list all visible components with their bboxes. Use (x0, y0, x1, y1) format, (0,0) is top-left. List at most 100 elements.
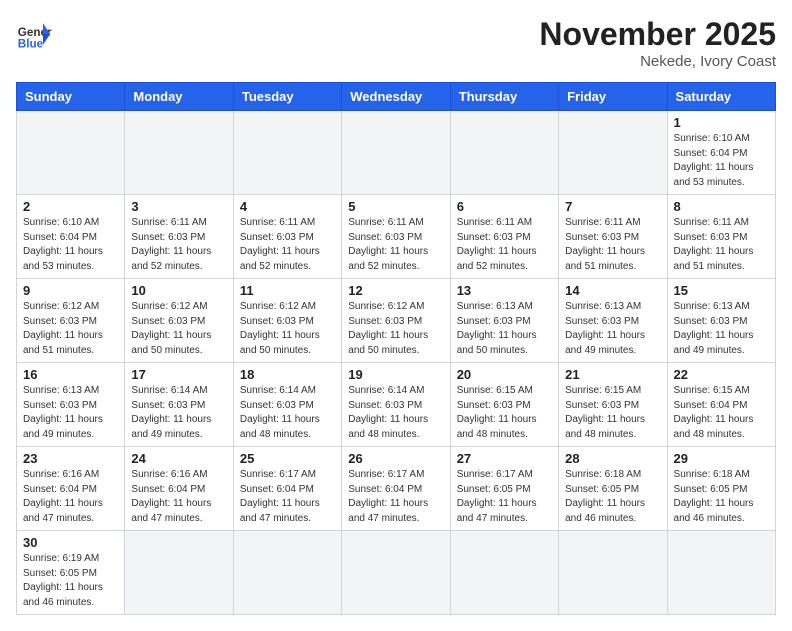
day-info: Sunrise: 6:15 AM Sunset: 6:03 PM Dayligh… (457, 384, 552, 442)
day-info: Sunrise: 6:16 AM Sunset: 6:04 PM Dayligh… (23, 468, 118, 526)
week-row-2: 2 Sunrise: 6:10 AM Sunset: 6:04 PM Daylig… (17, 195, 776, 279)
day-info: Sunrise: 6:11 AM Sunset: 6:03 PM Dayligh… (131, 216, 226, 274)
weekday-header-friday: Friday (559, 83, 667, 111)
day-number: 28 (565, 451, 660, 466)
calendar-cell: 22 Sunrise: 6:15 AM Sunset: 6:04 PM Dayli… (667, 363, 775, 447)
day-info: Sunrise: 6:13 AM Sunset: 6:03 PM Dayligh… (457, 300, 552, 358)
location: Nekede, Ivory Coast (539, 53, 776, 70)
weekday-header-saturday: Saturday (667, 83, 775, 111)
week-row-6: 30Sunrise: 6:19 AM Sunset: 6:05 PM Dayli… (17, 531, 776, 615)
week-row-4: 16Sunrise: 6:13 AM Sunset: 6:03 PM Dayli… (17, 363, 776, 447)
calendar-cell: 13Sunrise: 6:13 AM Sunset: 6:03 PM Dayli… (450, 279, 558, 363)
weekday-header-tuesday: Tuesday (233, 83, 341, 111)
day-number: 29 (674, 451, 769, 466)
day-info: Sunrise: 6:12 AM Sunset: 6:03 PM Dayligh… (23, 300, 118, 358)
weekday-header-monday: Monday (125, 83, 233, 111)
day-number: 4 (240, 199, 335, 214)
title-block: November 2025 Nekede, Ivory Coast (539, 16, 776, 70)
day-number: 9 (23, 283, 118, 298)
day-number: 25 (240, 451, 335, 466)
calendar-cell: 25 Sunrise: 6:17 AM Sunset: 6:04 PM Dayli… (233, 447, 341, 531)
calendar-cell (342, 111, 450, 195)
calendar-cell (559, 111, 667, 195)
day-number: 2 (23, 199, 118, 214)
day-number: 23 (23, 451, 118, 466)
calendar-cell: 19 Sunrise: 6:14 AM Sunset: 6:03 PM Dayli… (342, 363, 450, 447)
calendar-cell: 4 Sunrise: 6:11 AM Sunset: 6:03 PM Daylig… (233, 195, 341, 279)
calendar-cell (17, 111, 125, 195)
calendar-cell: 21 Sunrise: 6:15 AM Sunset: 6:03 PM Dayli… (559, 363, 667, 447)
calendar-cell: 20 Sunrise: 6:15 AM Sunset: 6:03 PM Dayli… (450, 363, 558, 447)
day-number: 17 (131, 367, 226, 382)
day-info: Sunrise: 6:15 AM Sunset: 6:04 PM Dayligh… (674, 384, 769, 442)
day-number: 6 (457, 199, 552, 214)
week-row-5: 23 Sunrise: 6:16 AM Sunset: 6:04 PM Dayli… (17, 447, 776, 531)
day-number: 20 (457, 367, 552, 382)
day-info: Sunrise: 6:12 AM Sunset: 6:03 PM Dayligh… (348, 300, 443, 358)
calendar-cell: 16Sunrise: 6:13 AM Sunset: 6:03 PM Dayli… (17, 363, 125, 447)
day-number: 21 (565, 367, 660, 382)
day-info: Sunrise: 6:14 AM Sunset: 6:03 PM Dayligh… (131, 384, 226, 442)
calendar-cell (450, 111, 558, 195)
day-info: Sunrise: 6:14 AM Sunset: 6:03 PM Dayligh… (240, 384, 335, 442)
calendar-cell: 15Sunrise: 6:13 AM Sunset: 6:03 PM Dayli… (667, 279, 775, 363)
day-number: 26 (348, 451, 443, 466)
calendar-cell (667, 531, 775, 615)
calendar-cell: 28 Sunrise: 6:18 AM Sunset: 6:05 PM Dayli… (559, 447, 667, 531)
day-number: 10 (131, 283, 226, 298)
calendar-cell: 3 Sunrise: 6:11 AM Sunset: 6:03 PM Daylig… (125, 195, 233, 279)
day-info: Sunrise: 6:17 AM Sunset: 6:05 PM Dayligh… (457, 468, 552, 526)
day-info: Sunrise: 6:11 AM Sunset: 6:03 PM Dayligh… (457, 216, 552, 274)
day-info: Sunrise: 6:15 AM Sunset: 6:03 PM Dayligh… (565, 384, 660, 442)
calendar-cell (125, 111, 233, 195)
calendar-cell (233, 111, 341, 195)
day-number: 22 (674, 367, 769, 382)
weekday-header-thursday: Thursday (450, 83, 558, 111)
day-number: 1 (674, 115, 769, 130)
day-info: Sunrise: 6:13 AM Sunset: 6:03 PM Dayligh… (565, 300, 660, 358)
calendar-cell: 5Sunrise: 6:11 AM Sunset: 6:03 PM Daylig… (342, 195, 450, 279)
day-info: Sunrise: 6:18 AM Sunset: 6:05 PM Dayligh… (565, 468, 660, 526)
calendar-cell: 23 Sunrise: 6:16 AM Sunset: 6:04 PM Dayli… (17, 447, 125, 531)
calendar-cell (342, 531, 450, 615)
logo: General Blue (16, 16, 52, 52)
page-header: General Blue November 2025 Nekede, Ivory… (16, 16, 776, 70)
day-info: Sunrise: 6:18 AM Sunset: 6:05 PM Dayligh… (674, 468, 769, 526)
day-number: 11 (240, 283, 335, 298)
day-info: Sunrise: 6:11 AM Sunset: 6:03 PM Dayligh… (565, 216, 660, 274)
day-info: Sunrise: 6:11 AM Sunset: 6:03 PM Dayligh… (240, 216, 335, 274)
calendar-cell: 17 Sunrise: 6:14 AM Sunset: 6:03 PM Dayli… (125, 363, 233, 447)
week-row-3: 9 Sunrise: 6:12 AM Sunset: 6:03 PM Daylig… (17, 279, 776, 363)
calendar-cell: 29 Sunrise: 6:18 AM Sunset: 6:05 PM Dayli… (667, 447, 775, 531)
calendar-cell: 7Sunrise: 6:11 AM Sunset: 6:03 PM Daylig… (559, 195, 667, 279)
calendar-cell: 18Sunrise: 6:14 AM Sunset: 6:03 PM Dayli… (233, 363, 341, 447)
calendar-cell: 27 Sunrise: 6:17 AM Sunset: 6:05 PM Dayli… (450, 447, 558, 531)
day-number: 12 (348, 283, 443, 298)
logo-icon: General Blue (16, 16, 52, 52)
day-number: 8 (674, 199, 769, 214)
day-info: Sunrise: 6:11 AM Sunset: 6:03 PM Dayligh… (348, 216, 443, 274)
day-info: Sunrise: 6:17 AM Sunset: 6:04 PM Dayligh… (240, 468, 335, 526)
calendar-cell: 10Sunrise: 6:12 AM Sunset: 6:03 PM Dayli… (125, 279, 233, 363)
calendar-cell: 30Sunrise: 6:19 AM Sunset: 6:05 PM Dayli… (17, 531, 125, 615)
day-number: 15 (674, 283, 769, 298)
calendar-cell: 26Sunrise: 6:17 AM Sunset: 6:04 PM Dayli… (342, 447, 450, 531)
calendar-cell (125, 531, 233, 615)
day-number: 19 (348, 367, 443, 382)
calendar-cell: 2 Sunrise: 6:10 AM Sunset: 6:04 PM Daylig… (17, 195, 125, 279)
weekday-header-wednesday: Wednesday (342, 83, 450, 111)
calendar-cell: 1 Sunrise: 6:10 AM Sunset: 6:04 PM Daylig… (667, 111, 775, 195)
day-number: 3 (131, 199, 226, 214)
day-info: Sunrise: 6:19 AM Sunset: 6:05 PM Dayligh… (23, 552, 118, 610)
day-number: 27 (457, 451, 552, 466)
day-info: Sunrise: 6:16 AM Sunset: 6:04 PM Dayligh… (131, 468, 226, 526)
day-info: Sunrise: 6:14 AM Sunset: 6:03 PM Dayligh… (348, 384, 443, 442)
weekday-header-row: SundayMondayTuesdayWednesdayThursdayFrid… (17, 83, 776, 111)
calendar-table: SundayMondayTuesdayWednesdayThursdayFrid… (16, 82, 776, 615)
svg-text:Blue: Blue (18, 38, 44, 51)
day-info: Sunrise: 6:10 AM Sunset: 6:04 PM Dayligh… (23, 216, 118, 274)
calendar-cell (233, 531, 341, 615)
day-number: 24 (131, 451, 226, 466)
day-number: 14 (565, 283, 660, 298)
day-info: Sunrise: 6:10 AM Sunset: 6:04 PM Dayligh… (674, 132, 769, 190)
